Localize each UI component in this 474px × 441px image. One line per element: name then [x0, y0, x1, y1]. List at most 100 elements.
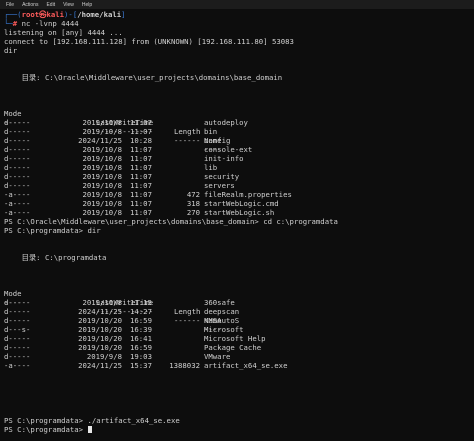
table-row: d----- 2019/10/8 11:07 autodeploy — [4, 118, 470, 127]
cell-mode: d----- — [4, 316, 31, 325]
cell-date: 2019/10/20 — [78, 343, 122, 352]
cell-time: 16:39 — [130, 325, 152, 334]
cell-name: lib — [204, 163, 218, 172]
cell-date: 2019/9/8 — [86, 352, 122, 361]
table-row: d---s- 2019/10/20 16:39 Microsoft — [4, 325, 470, 334]
cell-mode: d----- — [4, 145, 31, 154]
table-row: d----- 2019/10/20 16:59 KMSAutoS — [4, 316, 470, 325]
cell-date: 2019/10/8 — [82, 190, 122, 199]
cell-date: 2019/10/8 — [82, 199, 122, 208]
table-row: -a---- 2019/10/8 11:07 270 startWebLogic.sh — [4, 208, 470, 217]
cell-date: 2019/10/20 — [78, 334, 122, 343]
cell-length: 270 — [186, 208, 200, 217]
table-row: d----- 2019/10/20 16:41 Microsoft Help — [4, 334, 470, 343]
cell-time: 16:41 — [130, 334, 152, 343]
cell-mode: d----- — [4, 181, 31, 190]
table-row: d----- 2024/11/25 14:27 deepscan — [4, 307, 470, 316]
dir1-col-seps: ---- ------------- ------ ---- — [4, 109, 470, 154]
cell-name: Microsoft — [204, 325, 244, 334]
cmd-dir: PS C:\programdata> dir — [4, 226, 101, 235]
cell-date: 2024/11/25 — [78, 307, 122, 316]
dir2-header: 目录: C:\programdata — [4, 253, 107, 262]
table-row: d----- 2024/11/25 10:28 config — [4, 136, 470, 145]
cell-mode: -a---- — [4, 208, 31, 217]
cell-time: 16:59 — [130, 316, 152, 325]
cell-date: 2024/11/25 — [78, 136, 122, 145]
cell-time: 14:27 — [130, 307, 152, 316]
cell-time: 11:15 — [130, 298, 152, 307]
cell-name: KMSAutoS — [204, 316, 240, 325]
cell-time: 11:07 — [130, 172, 152, 181]
cell-mode: d----- — [4, 343, 31, 352]
cell-time: 11:07 — [130, 190, 152, 199]
cell-date: 2019/10/8 — [82, 181, 122, 190]
cell-mode: d----- — [4, 118, 31, 127]
cell-mode: d----- — [4, 307, 31, 316]
dir1-header: 目录: C:\Oracle\Middleware\user_projects\d… — [4, 73, 283, 82]
table-row: d----- 2019/10/8 11:07 lib — [4, 163, 470, 172]
cell-name: security — [204, 172, 240, 181]
cell-mode: d----- — [4, 352, 31, 361]
menu-bar: File Actions Edit View Help — [0, 0, 474, 9]
cell-mode: d----- — [4, 298, 31, 307]
cell-length: 1388032 — [169, 361, 200, 370]
cell-time: 11:07 — [130, 199, 152, 208]
cell-name: VMware — [204, 352, 231, 361]
prompt-box-top: ┌──( — [4, 10, 22, 19]
cell-name: config — [204, 136, 231, 145]
cell-name: init-info — [204, 154, 244, 163]
prompt-box-bottom: └─ — [4, 19, 13, 28]
prompt-box-end: ] — [121, 10, 126, 19]
table-row: -a---- 2019/10/8 11:07 472 fileRealm.propert… — [4, 190, 470, 199]
cell-time: 11:07 — [130, 118, 152, 127]
cell-name: 360safe — [204, 298, 235, 307]
table-row: d----- 2019/10/8 11:07 security — [4, 172, 470, 181]
cell-time: 10:28 — [130, 136, 152, 145]
cell-length: 472 — [186, 190, 200, 199]
menu-edit[interactable]: Edit — [46, 2, 55, 8]
cell-name: console-ext — [204, 145, 253, 154]
cell-name: fileRealm.properties — [204, 190, 292, 199]
cell-name: artifact_x64_se.exe — [204, 361, 288, 370]
cell-mode: -a---- — [4, 190, 31, 199]
cell-mode: d----- — [4, 172, 31, 181]
last-prompt-text: PS C:\programdata> — [4, 425, 88, 434]
cell-mode: -a---- — [4, 361, 31, 370]
cell-date: 2019/10/8 — [82, 127, 122, 136]
cell-mode: d----- — [4, 154, 31, 163]
table-row: -a---- 2019/10/8 11:07 318 startWebLogic.cmd — [4, 199, 470, 208]
dir2-col-headers: Mode LastWriteTime Length Name — [4, 280, 470, 325]
table-row: d----- 2019/10/8 11:07 console-ext — [4, 145, 470, 154]
cmd-run: PS C:\programdata> ./artifact_x64_se.exe — [4, 416, 180, 425]
menu-view[interactable]: View — [63, 2, 74, 8]
terminal-output[interactable]: ┌──(root㉿kali)-[/home/kali] └─# nc -lvnp… — [4, 10, 470, 439]
cell-name: autodeploy — [204, 118, 248, 127]
cell-mode: d---s- — [4, 325, 31, 334]
cell-date: 2019/10/8 — [82, 154, 122, 163]
cell-length: 318 — [186, 199, 200, 208]
cell-date: 2024/11/25 — [78, 361, 122, 370]
cmd-last-prompt[interactable]: PS C:\programdata> — [4, 425, 93, 434]
cell-date: 2019/10/8 — [82, 172, 122, 181]
table-row: d----- 2019/10/20 16:59 Package Cache — [4, 343, 470, 352]
cell-mode: d----- — [4, 127, 31, 136]
cell-date: 2019/10/8 — [82, 208, 122, 217]
menu-file[interactable]: File — [6, 2, 14, 8]
cell-time: 11:07 — [130, 208, 152, 217]
cursor — [88, 426, 93, 433]
prompt-line-top: ┌──(root㉿kali)-[/home/kali] — [4, 10, 126, 19]
cell-mode: -a---- — [4, 199, 31, 208]
cell-name: servers — [204, 181, 235, 190]
prompt-path: /home/kali — [77, 10, 122, 19]
menu-actions[interactable]: Actions — [22, 2, 38, 8]
cell-date: 2019/10/8 — [82, 145, 122, 154]
cell-time: 11:07 — [130, 127, 152, 136]
cell-name: bin — [204, 127, 218, 136]
menu-help[interactable]: Help — [82, 2, 92, 8]
table-row: -a---- 2024/11/25 15:37 1388032 artifact_x64… — [4, 361, 470, 370]
table-row: d----- 2019/9/8 19:03 VMware — [4, 352, 470, 361]
prompt-line-command: └─# nc -lvnp 4444 — [4, 19, 79, 28]
output-listening: listening on [any] 4444 ... — [4, 28, 123, 37]
cell-name: deepscan — [204, 307, 240, 316]
dir1-col-headers: Mode LastWriteTime Length Name — [4, 100, 470, 145]
